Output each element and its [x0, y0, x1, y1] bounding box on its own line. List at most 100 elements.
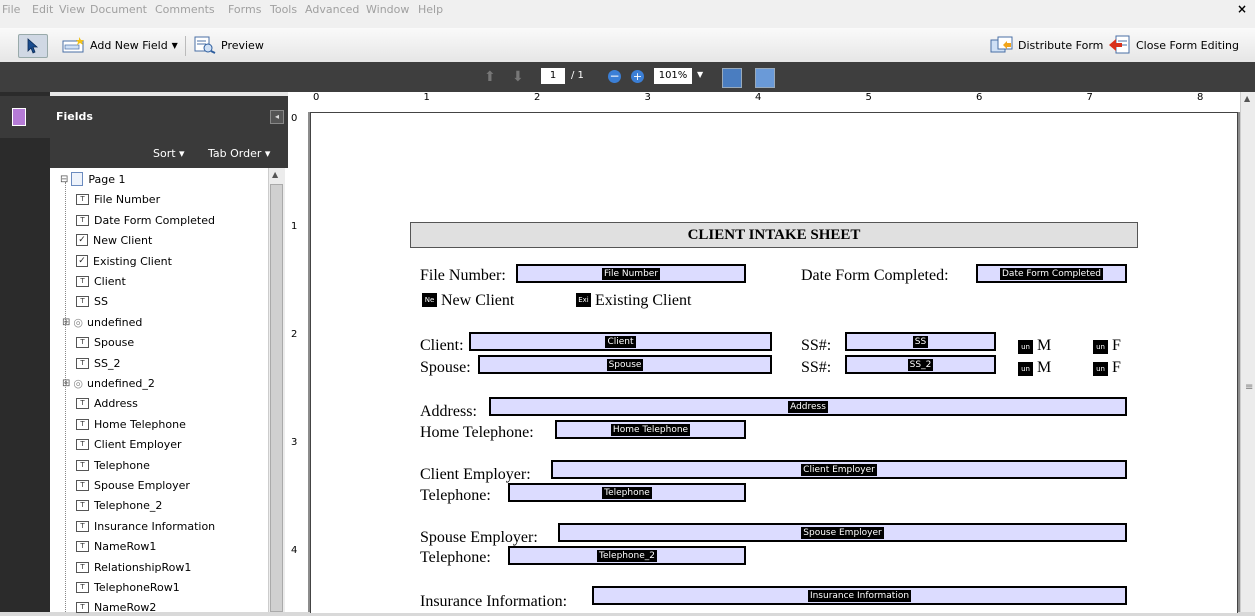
date-form-completed-label: Date Form Completed: — [801, 267, 949, 284]
text-field-icon: T — [76, 499, 89, 511]
tree-field-item[interactable]: T File Number — [76, 190, 160, 208]
telephone2-field[interactable]: Telephone_2 — [508, 546, 746, 565]
add-field-icon — [62, 37, 84, 53]
tree-field-item[interactable]: T SS — [76, 292, 108, 310]
zoom-out-icon[interactable]: − — [608, 70, 621, 83]
tree-field-item[interactable]: T Date Form Completed — [76, 211, 215, 229]
next-page-icon[interactable]: ⬇ — [512, 69, 524, 85]
ruler-tick-label: 2 — [534, 92, 541, 103]
add-new-field-button[interactable]: Add New Field ▼ — [62, 34, 178, 56]
scrollbar-thumb[interactable] — [270, 184, 283, 612]
distribute-form-button[interactable]: Distribute Form — [990, 34, 1103, 56]
tree-field-item[interactable]: T NameRow1 — [76, 537, 156, 555]
address-label: Address: — [420, 403, 477, 420]
tree-field-item[interactable]: T Home Telephone — [76, 415, 186, 433]
expand-toggle-icon[interactable]: ⊞ — [62, 317, 70, 328]
fields-scrollbar[interactable]: ▲ — [268, 168, 285, 612]
tree-field-item[interactable]: T Client — [76, 272, 126, 290]
toolbar-divider — [185, 36, 186, 56]
fields-panel-icon[interactable] — [12, 108, 26, 126]
form-title: CLIENT INTAKE SHEET — [410, 222, 1138, 248]
tree-field-item[interactable]: ✓ Existing Client — [76, 252, 172, 270]
male-checkbox[interactable]: un — [1018, 340, 1033, 354]
tab-order-button[interactable]: Tab Order ▾ — [208, 147, 270, 160]
male-checkbox-2[interactable]: un — [1018, 362, 1033, 376]
tree-item-label: NameRow1 — [94, 539, 157, 553]
fit-page-icon[interactable] — [755, 68, 775, 88]
new-client-checkbox[interactable]: Ne — [422, 293, 437, 307]
document-scrollbar[interactable]: ▲ ≡ — [1240, 92, 1255, 612]
menu-edit[interactable]: Edit — [32, 3, 53, 16]
spouse-employer-label: Spouse Employer: — [420, 529, 538, 546]
tree-field-item[interactable]: T Telephone_2 — [76, 496, 162, 514]
page-number-input[interactable]: 1 — [541, 68, 565, 84]
tree-field-item[interactable]: T Spouse Employer — [76, 476, 190, 494]
menu-window[interactable]: Window — [366, 3, 409, 16]
field-name-tag: Date Form Completed — [1000, 267, 1103, 280]
menu-tools[interactable]: Tools — [270, 3, 297, 16]
menu-view[interactable]: View — [59, 3, 85, 16]
zoom-in-icon[interactable]: + — [631, 70, 644, 83]
menu-file[interactable]: File — [2, 3, 20, 16]
ss2-field[interactable]: SS_2 — [845, 355, 996, 374]
telephone-field[interactable]: Telephone — [508, 483, 746, 502]
telephone-label: Telephone: — [420, 487, 491, 504]
tree-field-item[interactable]: T Spouse — [76, 333, 134, 351]
tree-field-item[interactable]: T Insurance Information — [76, 517, 215, 535]
client-field[interactable]: Client — [469, 332, 772, 351]
insurance-information-field[interactable]: Insurance Information — [592, 586, 1127, 605]
ruler-tick-label: 8 — [1197, 92, 1204, 103]
tree-item-label: Telephone — [94, 458, 150, 472]
menu-comments[interactable]: Comments — [155, 3, 215, 16]
tree-field-item[interactable]: ✓ New Client — [76, 231, 152, 249]
male-label-2: M — [1037, 359, 1052, 376]
spouse-field[interactable]: Spouse — [478, 355, 772, 374]
collapse-panel-icon[interactable]: ◂ — [270, 110, 284, 124]
tree-field-item[interactable]: ⊞ ◎ undefined — [62, 313, 142, 331]
menu-document[interactable]: Document — [90, 3, 147, 16]
existing-client-checkbox[interactable]: Exi — [576, 293, 591, 307]
zoom-level-input[interactable]: 101% — [654, 68, 692, 84]
file-number-field[interactable]: File Number — [516, 264, 746, 283]
text-field-icon: T — [76, 193, 89, 205]
tree-page-node[interactable]: ⊟ Page 1 — [60, 170, 126, 188]
female-checkbox[interactable]: un — [1093, 340, 1108, 354]
field-name-tag: Insurance Information — [807, 589, 912, 602]
close-form-editing-button[interactable]: Close Form Editing — [1108, 34, 1239, 56]
doc-scroll-grip-icon[interactable]: ≡ — [1245, 382, 1253, 393]
tree-line — [65, 182, 66, 612]
female-checkbox-2[interactable]: un — [1093, 362, 1108, 376]
spouse-employer-field[interactable]: Spouse Employer — [558, 523, 1127, 542]
ss-field[interactable]: SS — [845, 332, 996, 351]
home-telephone-field[interactable]: Home Telephone — [555, 420, 746, 439]
date-form-completed-field[interactable]: Date Form Completed — [976, 264, 1127, 283]
tree-field-item[interactable]: ⊞ ◎ undefined_2 — [62, 374, 155, 392]
fields-panel-title: Fields — [56, 110, 93, 123]
tree-field-item[interactable]: T TelephoneRow1 — [76, 578, 180, 596]
preview-button[interactable]: Preview — [194, 34, 264, 56]
text-field-icon: T — [76, 520, 89, 532]
text-field-icon: T — [76, 459, 89, 471]
menu-advanced[interactable]: Advanced — [305, 3, 359, 16]
tree-field-item[interactable]: T SS_2 — [76, 354, 120, 372]
field-name-tag: SS_2 — [907, 358, 934, 371]
client-employer-field[interactable]: Client Employer — [551, 460, 1127, 479]
tree-field-item[interactable]: T Address — [76, 394, 138, 412]
page-icon — [71, 172, 84, 186]
fit-width-icon[interactable] — [722, 68, 742, 88]
address-field[interactable]: Address — [489, 397, 1127, 416]
tree-field-item[interactable]: T Client Employer — [76, 435, 182, 453]
tree-field-item[interactable]: T Telephone — [76, 456, 150, 474]
menu-help[interactable]: Help — [418, 3, 443, 16]
prev-page-icon[interactable]: ⬆ — [484, 69, 496, 85]
menu-forms[interactable]: Forms — [228, 3, 261, 16]
select-tool-button[interactable] — [18, 34, 48, 58]
expand-toggle-icon[interactable]: ⊞ — [62, 378, 70, 389]
close-window-icon[interactable]: × — [1237, 2, 1247, 16]
doc-scroll-up-icon[interactable]: ▲ — [1244, 94, 1250, 103]
zoom-dropdown-icon[interactable]: ▼ — [697, 70, 703, 79]
scroll-up-icon[interactable]: ▲ — [272, 170, 278, 179]
tree-field-item[interactable]: T RelationshipRow1 — [76, 558, 191, 576]
sort-button[interactable]: Sort ▾ — [153, 147, 185, 160]
tree-field-item[interactable]: T NameRow2 — [76, 598, 156, 616]
